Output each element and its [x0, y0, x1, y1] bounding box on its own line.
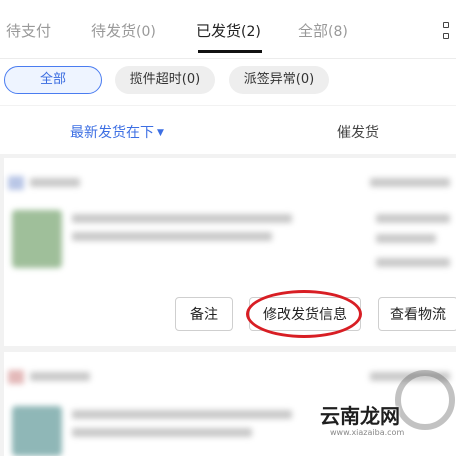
filter-bar: 全部 揽件超时(0) 派签异常(0) — [0, 59, 456, 105]
filter-chip-pickup-timeout[interactable]: 揽件超时(0) — [115, 66, 215, 94]
tab-pending-payment[interactable]: 待支付 — [6, 20, 51, 41]
grid-menu-icon[interactable] — [443, 22, 456, 42]
filter-chip-all[interactable]: 全部 — [4, 66, 102, 94]
watermark-logo-icon — [395, 370, 455, 430]
watermark-brand: 云南龙网 — [320, 404, 400, 428]
view-logistics-button[interactable]: 查看物流 — [378, 297, 456, 331]
tab-shipped[interactable]: 已发货(2) — [196, 20, 261, 41]
order-status-tabs: 待支付 待发货(0) 已发货(2) 全部(8) — [0, 0, 456, 59]
active-tab-indicator — [198, 50, 262, 53]
sort-bar: 最新发货在下 ▼ 催发货 — [0, 106, 456, 154]
watermark-url: www.xiazaiba.com — [330, 428, 405, 437]
caret-down-icon: ▼ — [157, 128, 164, 138]
annotation-circle — [246, 290, 362, 338]
note-button[interactable]: 备注 — [175, 297, 233, 331]
sort-dropdown[interactable]: 最新发货在下 ▼ — [70, 122, 164, 142]
filter-chip-delivery-exception[interactable]: 派签异常(0) — [229, 66, 329, 94]
shop-avatar-icon — [8, 176, 24, 190]
shop-avatar-icon — [8, 370, 24, 384]
remind-shipment-button[interactable]: 催发货 — [337, 122, 379, 142]
tab-pending-shipment[interactable]: 待发货(0) — [91, 20, 156, 41]
product-thumbnail — [12, 210, 62, 268]
tab-all[interactable]: 全部(8) — [298, 20, 348, 41]
product-thumbnail — [12, 406, 62, 456]
